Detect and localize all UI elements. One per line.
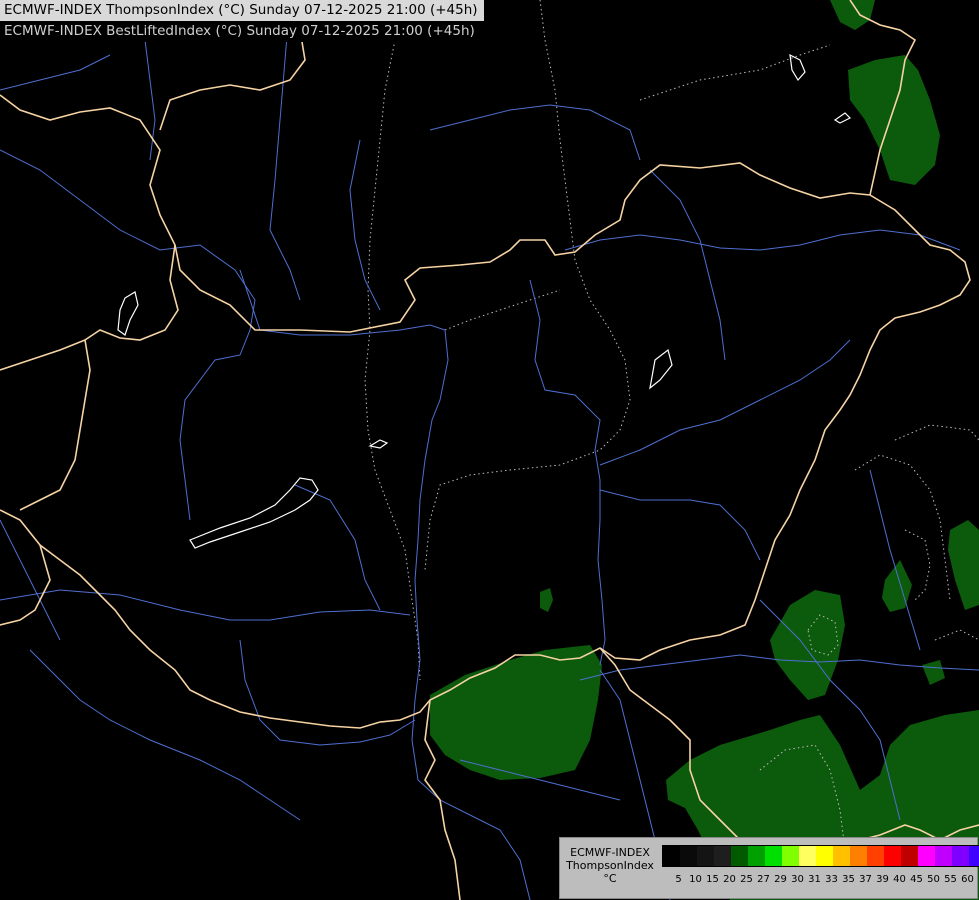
legend-tick-label: 30 [791,874,804,885]
legend-tick-label: 39 [876,874,889,885]
legend-line2: ThompsonIndex [566,859,654,872]
color-legend: ECMWF-INDEX ThompsonIndex °C 5 10 15 20 25 27… [559,837,979,899]
legend-swatch [799,846,816,866]
legend-swatch [969,846,979,866]
legend-tick-label: 29 [774,874,787,885]
legend-swatch [680,846,697,866]
legend-ticks: 5 10 15 20 25 27 29 30 31 33 35 37 39 40 45 50 55 60 [670,874,976,885]
legend-tick-label: 35 [842,874,855,885]
legend-unit: °C [603,872,617,885]
legend-tick-label: 25 [740,874,753,885]
legend-swatches [662,845,979,867]
legend-tick-label: 31 [808,874,821,885]
legend-swatch [952,846,969,866]
legend-tick-label: 15 [706,874,719,885]
legend-tick-label: 50 [927,874,940,885]
legend-swatch [748,846,765,866]
legend-tick-label: 55 [944,874,957,885]
legend-tick-label: 10 [689,874,702,885]
weather-map[interactable] [0,0,979,900]
legend-swatch [884,846,901,866]
legend-tick-label: 5 [675,874,682,885]
legend-line1: ECMWF-INDEX [570,846,650,859]
legend-swatch [697,846,714,866]
legend-swatch [731,846,748,866]
map-title-thompson: ECMWF-INDEX ThompsonIndex (°C) Sunday 07… [0,0,484,21]
legend-tick-label: 40 [893,874,906,885]
legend-label: ECMWF-INDEX ThompsonIndex °C [564,846,656,885]
legend-swatch [901,846,918,866]
legend-swatch [867,846,884,866]
legend-tick-label: 45 [910,874,923,885]
legend-tick-label: 37 [859,874,872,885]
map-title-bestlifted: ECMWF-INDEX BestLiftedIndex (°C) Sunday … [0,21,481,42]
legend-tick-label: 60 [961,874,974,885]
legend-swatch [663,846,680,866]
legend-swatch [833,846,850,866]
legend-swatch [935,846,952,866]
legend-swatch [850,846,867,866]
legend-swatch [765,846,782,866]
legend-swatch [918,846,935,866]
legend-swatch [714,846,731,866]
legend-swatch [782,846,799,866]
legend-tick-label: 33 [825,874,838,885]
legend-tick-label: 20 [723,874,736,885]
legend-swatch [816,846,833,866]
legend-tick-label: 27 [757,874,770,885]
